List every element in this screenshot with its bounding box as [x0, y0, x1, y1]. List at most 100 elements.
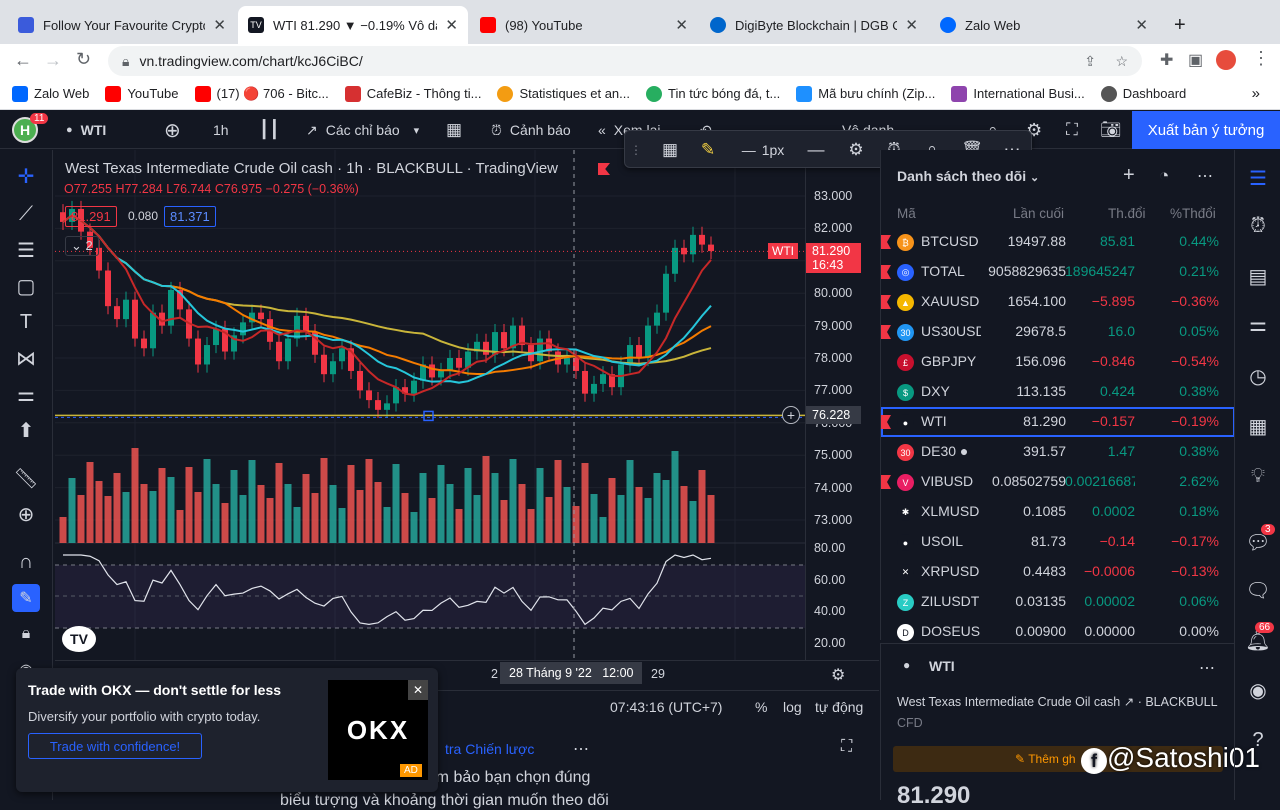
- sell-price-box[interactable]: 81.291: [65, 206, 117, 227]
- more-options-icon[interactable]: ⋯: [573, 739, 589, 759]
- compare-add-icon[interactable]: ⊕: [164, 111, 181, 149]
- watchlist-row[interactable]: $ DXY 113.135 0.424 0.38%: [881, 377, 1235, 407]
- zoom-in-icon[interactable]: ⊕: [12, 500, 40, 528]
- crosshair-icon[interactable]: ✛: [12, 162, 40, 190]
- user-avatar[interactable]: H 11: [12, 111, 49, 149]
- chart-pane[interactable]: [55, 150, 879, 690]
- stream-icon[interactable]: ◉: [1244, 676, 1272, 704]
- bookmark-item[interactable]: Statistiques et an...: [497, 85, 630, 102]
- watchlist-row[interactable]: ● WTI 81.290 −0.157 −0.19%: [881, 407, 1235, 437]
- close-tab-icon[interactable]: ✕: [905, 16, 918, 34]
- bookmark-item[interactable]: Mã bưu chính (Zip...: [796, 85, 935, 102]
- indicators-collapse-button[interactable]: ⌄ 2: [65, 236, 99, 256]
- watchlist-row[interactable]: Z ZILUSDT 0.03135 0.00002 0.06%: [881, 587, 1235, 617]
- sidepanel-icon[interactable]: ▣: [1188, 50, 1203, 70]
- fib-icon[interactable]: ☰: [12, 236, 40, 264]
- close-tab-icon[interactable]: ✕: [445, 16, 458, 34]
- arrow-up-icon[interactable]: ⬆: [12, 416, 40, 444]
- maximize-icon[interactable]: ⛶: [841, 738, 852, 756]
- shapes-icon[interactable]: ▢: [12, 272, 40, 300]
- browser-tab[interactable]: DigiByte Blockchain | DGB Co ✕: [700, 6, 928, 44]
- close-ad-icon[interactable]: ✕: [408, 680, 428, 700]
- new-tab-button[interactable]: +: [1164, 6, 1198, 44]
- close-tab-icon[interactable]: ✕: [213, 16, 226, 34]
- col-header-symbol[interactable]: Mã: [897, 206, 916, 221]
- idea-bulb-icon[interactable]: 💡︎: [1244, 462, 1272, 490]
- tradingview-logo-icon[interactable]: TV: [62, 626, 96, 652]
- close-tab-icon[interactable]: ✕: [1135, 16, 1148, 34]
- ruler-icon[interactable]: 📏︎: [12, 464, 40, 492]
- bookmark-item[interactable]: Dashboard: [1100, 85, 1186, 102]
- more-options-icon[interactable]: ⋯: [1197, 166, 1213, 186]
- camera-icon[interactable]: 📷︎: [1100, 111, 1122, 149]
- watchlist-icon[interactable]: ☰: [1244, 164, 1272, 192]
- interval-button[interactable]: 1h: [213, 111, 229, 149]
- flag-icon[interactable]: [881, 415, 891, 429]
- fullscreen-icon[interactable]: ⛶: [1066, 111, 1078, 149]
- scale-settings-gear-icon[interactable]: ⚙: [831, 665, 845, 685]
- drag-handle-icon[interactable]: ⋮: [629, 131, 643, 169]
- help-icon[interactable]: ?: [1244, 726, 1272, 754]
- bookmark-item[interactable]: International Busi...: [951, 85, 1085, 102]
- template-grid-icon[interactable]: ▦: [655, 131, 685, 169]
- add-symbol-icon[interactable]: +: [1123, 164, 1135, 187]
- flag-icon[interactable]: [881, 235, 891, 249]
- reload-icon[interactable]: ↻: [76, 49, 91, 70]
- menu-kebab-icon[interactable]: ⋮: [1252, 48, 1270, 69]
- watchlist-title[interactable]: Danh sách theo dõi ⌄: [897, 168, 1039, 184]
- close-tab-icon[interactable]: ✕: [675, 16, 688, 34]
- line-style-icon[interactable]: —: [801, 131, 831, 169]
- profile-icon[interactable]: [1216, 50, 1236, 70]
- bookmark-item[interactable]: Zalo Web: [12, 85, 89, 102]
- publish-idea-button[interactable]: Xuất bản ý tưởng: [1132, 111, 1280, 149]
- browser-tab[interactable]: Follow Your Favourite Crypto ✕: [8, 6, 236, 44]
- ad-cta-button[interactable]: Trade with confidence!: [28, 733, 202, 759]
- back-icon[interactable]: ←: [14, 50, 32, 71]
- flag-icon[interactable]: [881, 295, 891, 309]
- calendar-icon[interactable]: ▦: [1244, 412, 1272, 440]
- more-bookmarks-icon[interactable]: »: [1252, 85, 1260, 102]
- watchlist-row[interactable]: ▲ XAUUSD 1654.100 −5.895 −0.36%: [881, 287, 1235, 317]
- watchlist-row[interactable]: ◎ TOTAL 9058829635 189645247 0.21%: [881, 257, 1235, 287]
- url-field[interactable]: 🔒︎ vn.tradingview.com/chart/kcJ6CiBC/ ⇪ …: [108, 46, 1142, 76]
- col-header-change[interactable]: Th.đổi: [1108, 206, 1146, 221]
- lock-icon[interactable]: 🔒︎: [12, 620, 40, 648]
- pattern-icon[interactable]: ⋈: [12, 344, 40, 372]
- messages-icon[interactable]: 🗨︎: [1244, 576, 1272, 604]
- watchlist-row[interactable]: ₿ BTCUSD 19497.88 85.81 0.44%: [881, 227, 1235, 257]
- prediction-icon[interactable]: ⚌: [12, 380, 40, 408]
- browser-tab[interactable]: Zalo Web ✕: [930, 6, 1158, 44]
- bookmark-item[interactable]: YouTube: [105, 85, 179, 102]
- watchlist-row[interactable]: ✱ XLMUSD 0.1085 0.0002 0.18%: [881, 497, 1235, 527]
- pie-chart-icon[interactable]: ◔: [1159, 166, 1169, 186]
- watchlist-row[interactable]: ● USOIL 81.73 −0.14 −0.17%: [881, 527, 1235, 557]
- data-window-icon[interactable]: ◷: [1244, 362, 1272, 390]
- news-icon[interactable]: ▤: [1244, 262, 1272, 290]
- col-header-change-pct[interactable]: %Thđổi: [1170, 206, 1216, 221]
- forward-icon[interactable]: →: [44, 50, 62, 71]
- bookmark-item[interactable]: Tin tức bóng đá, t...: [646, 85, 780, 102]
- line-width-button[interactable]: —1px: [733, 131, 793, 169]
- extensions-icon[interactable]: ✚: [1160, 50, 1173, 70]
- external-link-icon[interactable]: ↗: [1124, 695, 1134, 709]
- add-plus-icon[interactable]: +: [782, 406, 800, 424]
- watchlist-row[interactable]: ✕ XRPUSD 0.4483 −0.0006 −0.13%: [881, 557, 1235, 587]
- watchlist-row[interactable]: £ GBPJPY 156.096 −0.846 −0.54%: [881, 347, 1235, 377]
- bookmark-star-icon[interactable]: ☆: [1115, 53, 1128, 70]
- strategy-tester-tab[interactable]: tra Chiến lược: [445, 741, 534, 757]
- bookmark-item[interactable]: CafeBiz - Thông ti...: [344, 85, 481, 102]
- stay-in-drawing-icon[interactable]: ✎: [12, 584, 40, 612]
- alarm-clock-icon[interactable]: ⏰︎: [1244, 212, 1272, 240]
- flag-icon[interactable]: [881, 265, 891, 279]
- text-tool-icon[interactable]: T: [12, 308, 40, 336]
- templates-grid-icon[interactable]: ▦: [446, 111, 462, 149]
- col-header-last[interactable]: Lần cuối: [1013, 206, 1064, 221]
- browser-tab[interactable]: (98) YouTube ✕: [470, 6, 698, 44]
- line-color-pencil-icon[interactable]: ✎: [693, 131, 723, 169]
- watchlist-row[interactable]: 30 US30USD 29678.5 16.0 0.05%: [881, 317, 1235, 347]
- bookmark-item[interactable]: (17) 🔴 706 - Bitc...: [194, 85, 329, 102]
- buy-price-box[interactable]: 81.371: [164, 206, 216, 227]
- flag-icon[interactable]: [881, 475, 891, 489]
- flag-icon[interactable]: [881, 325, 891, 339]
- share-icon[interactable]: ⇪: [1084, 53, 1096, 70]
